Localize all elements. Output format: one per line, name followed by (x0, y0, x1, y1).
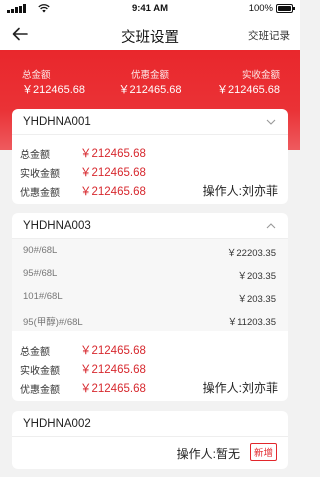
list-item: 95(甲醇)#/68L ￥11203.35 (12, 308, 288, 331)
battery-percent: 100% (248, 3, 273, 14)
card-code: YHDHNA003 (23, 220, 91, 232)
card-totals: 总金额 ￥212465.68 实收金额 ￥212465.68 优惠金额 ￥212… (12, 331, 288, 401)
card-totals: 总金额 ￥212465.68 实收金额 ￥212465.68 优惠金额 ￥212… (12, 135, 288, 204)
discount-amount: ￥212465.68 (80, 383, 146, 395)
fuel-price: ￥203.35 (237, 271, 276, 282)
total-amount: ￥212465.68 (80, 148, 146, 160)
fuel-price: ￥22203.35 (226, 248, 276, 259)
battery-icon (276, 4, 295, 13)
list-item: 95#/68L ￥203.35 (12, 262, 288, 285)
fuel-name: 95(甲醇)#/68L (23, 317, 83, 328)
received-amount: ￥212465.68 (80, 167, 146, 179)
shift-card: YHDHNA002 操作人:暂无 新增 (12, 411, 288, 469)
card-header[interactable]: YHDHNA002 (12, 411, 288, 437)
card-footer: 操作人:暂无 新增 (12, 437, 288, 469)
list-item: 90#/68L ￥22203.35 (12, 239, 288, 262)
card-code: YHDHNA002 (23, 418, 91, 430)
card-header[interactable]: YHDHNA001 (12, 109, 288, 135)
operator-label: 操作人:刘亦菲 (202, 381, 278, 395)
fuel-item-list: 90#/68L ￥22203.35 95#/68L ￥203.35 101#/6… (12, 239, 288, 331)
shift-card: YHDHNA003 90#/68L ￥22203.35 95#/68L ￥203… (12, 213, 288, 401)
shift-records-link[interactable]: 交班记录 (248, 28, 290, 43)
card-code: YHDHNA001 (23, 116, 91, 128)
card-header[interactable]: YHDHNA003 (12, 213, 288, 239)
list-item: 101#/68L ￥203.35 (12, 285, 288, 308)
discount-label: 优惠金额 (20, 385, 60, 396)
discount-label: 优惠金额 (20, 188, 60, 199)
add-new-badge[interactable]: 新增 (249, 443, 277, 461)
fuel-price: ￥11203.35 (227, 317, 276, 328)
fuel-price: ￥203.35 (237, 294, 276, 305)
total-label: 总金额 (20, 150, 50, 161)
fuel-name: 101#/68L (23, 291, 63, 302)
chevron-up-icon[interactable] (266, 222, 276, 230)
fuel-name: 95#/68L (23, 268, 58, 279)
received-label: 实收金额 (20, 366, 60, 377)
received-label: 实收金额 (241, 70, 280, 81)
total-amount: ￥212465.68 (80, 345, 146, 357)
status-bar: 9:41 AM 100% (0, 0, 300, 18)
shift-card: YHDHNA001 总金额 ￥212465.68 实收金额 ￥212465.68… (12, 109, 288, 204)
total-label: 总金额 (20, 347, 50, 358)
received-value: ￥212465.68 (217, 84, 280, 96)
operator-label: 操作人:暂无 (176, 447, 240, 461)
chevron-down-icon[interactable] (266, 118, 276, 126)
fuel-name: 90#/68L (23, 245, 58, 256)
received-amount: ￥212465.68 (80, 364, 146, 376)
discount-amount: ￥212465.68 (80, 186, 146, 198)
operator-label: 操作人:刘亦菲 (202, 184, 278, 198)
received-label: 实收金额 (20, 169, 60, 180)
nav-bar: 交班设置 交班记录 (0, 18, 300, 50)
